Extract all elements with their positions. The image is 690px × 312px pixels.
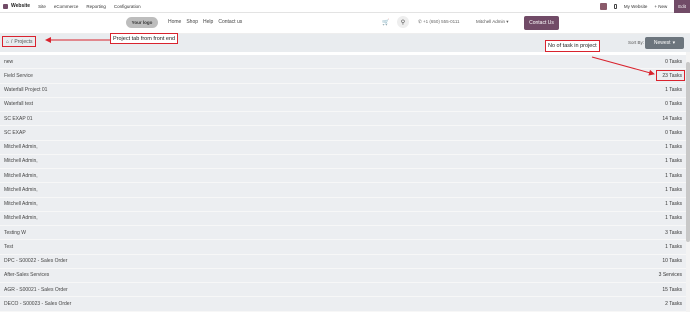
project-name[interactable]: Mitchell Admin, — [4, 144, 38, 150]
sort-dropdown[interactable]: Newest ▾ — [645, 37, 684, 49]
project-row[interactable]: Mitchell Admin, 1 Tasks — [0, 154, 686, 169]
task-count: 3 Tasks — [665, 229, 682, 236]
project-name[interactable]: Testing W — [4, 230, 26, 236]
apps-menu-icon[interactable] — [3, 3, 8, 9]
project-row[interactable]: Field Service 23 Tasks — [0, 69, 686, 84]
project-row[interactable]: AGR - S00021 - Sales Order 15 Tasks — [0, 283, 686, 298]
task-count: 1 Tasks — [665, 144, 682, 151]
cart-icon[interactable]: 🛒 — [382, 19, 389, 26]
project-name[interactable]: Mitchell Admin, — [4, 187, 38, 193]
sort-value: Newest — [653, 40, 671, 46]
nav-links: Home Shop Help Contact us — [168, 19, 242, 25]
task-count: 0 Tasks — [665, 129, 682, 136]
project-row[interactable]: Testing W 3 Tasks — [0, 226, 686, 241]
annotation-task-count: No of task in project — [545, 40, 600, 52]
website-navbar: Your logo Home Shop Help Contact us 🛒 ⚲ … — [0, 13, 690, 34]
nav-help[interactable]: Help — [203, 19, 213, 25]
task-count: 14 Tasks — [662, 115, 682, 122]
project-name[interactable]: Mitchell Admin, — [4, 215, 38, 221]
project-name[interactable]: SC EXAP — [4, 130, 26, 136]
scrollbar-thumb[interactable] — [686, 62, 690, 242]
user-menu[interactable]: Mitchell Admin ▾ — [476, 19, 509, 25]
annotation-projects-tab: Project tab from front end — [110, 33, 179, 44]
website-switcher[interactable]: My Website — [624, 4, 647, 9]
contact-us-button[interactable]: Contact Us — [524, 16, 559, 30]
task-count: 1 Tasks — [665, 158, 682, 165]
task-count: 1 Tasks — [665, 215, 682, 222]
mobile-icon — [613, 3, 617, 9]
task-count: 0 Tasks — [665, 101, 682, 108]
task-count: 1 Tasks — [665, 201, 682, 208]
chevron-down-icon: ▾ — [506, 19, 509, 24]
task-count: 1 Tasks — [665, 243, 682, 250]
project-name[interactable]: Field Service — [4, 73, 33, 79]
task-count: 0 Tasks — [665, 58, 682, 65]
menu-ecommerce[interactable]: eCommerce — [54, 4, 79, 9]
phone-text: +1 (650) 555-0111 — [423, 19, 460, 24]
sort-label: Sort By: — [628, 40, 645, 45]
project-row[interactable]: Test 1 Tasks — [0, 240, 686, 255]
project-row[interactable]: Mitchell Admin, 1 Tasks — [0, 197, 686, 212]
project-row[interactable]: new 0 Tasks — [0, 55, 686, 70]
top-admin-bar: Website Site eCommerce Reporting Configu… — [0, 0, 690, 13]
home-icon[interactable]: ⌂ — [6, 39, 9, 45]
nav-contact[interactable]: Contact us — [218, 19, 242, 25]
menu-site[interactable]: Site — [38, 4, 46, 9]
project-name[interactable]: Waterfall test — [4, 101, 33, 107]
project-row[interactable]: Mitchell Admin, 1 Tasks — [0, 169, 686, 184]
project-row[interactable]: Mitchell Admin, 1 Tasks — [0, 140, 686, 155]
project-name[interactable]: new — [4, 59, 13, 65]
user-name: Mitchell Admin — [476, 19, 506, 24]
project-row[interactable]: SC EXAP 01 14 Tasks — [0, 112, 686, 127]
task-count: 10 Tasks — [662, 258, 682, 265]
site-logo[interactable]: Your logo — [126, 17, 158, 28]
scrollbar[interactable] — [686, 52, 690, 312]
project-row[interactable]: Waterfall test 0 Tasks — [0, 97, 686, 112]
project-name[interactable]: SC EXAP 01 — [4, 116, 33, 122]
task-count: 1 Tasks — [665, 172, 682, 179]
project-name[interactable]: DECO - S00023 - Sales Order — [4, 301, 71, 307]
project-row[interactable]: Mitchell Admin, 1 Tasks — [0, 183, 686, 198]
project-row[interactable]: SC EXAP 0 Tasks — [0, 126, 686, 141]
chevron-down-icon: ▾ — [672, 40, 676, 46]
project-name[interactable]: DPC - S00022 - Sales Order — [4, 258, 67, 264]
task-count: 2 Tasks — [665, 300, 682, 307]
project-name[interactable]: Test — [4, 244, 13, 250]
nav-shop[interactable]: Shop — [186, 19, 198, 25]
menu-configuration[interactable]: Configuration — [114, 4, 141, 9]
avatar — [599, 2, 607, 10]
breadcrumb-projects[interactable]: Projects — [14, 39, 32, 45]
project-row[interactable]: After-Sales Services 3 Services — [0, 268, 686, 283]
project-row[interactable]: Mitchell Admin, 1 Tasks — [0, 211, 686, 226]
edit-button[interactable]: Edit — [674, 0, 690, 13]
user-avatar[interactable] — [599, 2, 607, 10]
breadcrumb-separator: / — [11, 38, 13, 45]
project-name[interactable]: Mitchell Admin, — [4, 173, 38, 179]
task-count: 1 Tasks — [665, 87, 682, 94]
search-icon[interactable]: ⚲ — [397, 16, 409, 28]
project-row[interactable]: DPC - S00022 - Sales Order 10 Tasks — [0, 254, 686, 269]
nav-home[interactable]: Home — [168, 19, 181, 25]
mobile-preview-button[interactable] — [613, 3, 617, 9]
project-name[interactable]: After-Sales Services — [4, 272, 49, 278]
menu-reporting[interactable]: Reporting — [86, 4, 106, 9]
project-list: new 0 Tasks Field Service 23 Tasks Waterfall… — [0, 55, 686, 312]
task-count-highlight — [656, 70, 685, 81]
new-button[interactable]: + New — [654, 4, 667, 9]
project-name[interactable]: Mitchell Admin, — [4, 158, 38, 164]
app-name[interactable]: Website — [11, 3, 30, 9]
project-name[interactable]: Waterfall Project 01 — [4, 87, 47, 93]
project-name[interactable]: Mitchell Admin, — [4, 201, 38, 207]
task-count: 3 Services — [658, 272, 682, 279]
phone-number[interactable]: ✆ +1 (650) 555-0111 — [418, 19, 460, 25]
project-row[interactable]: DECO - S00023 - Sales Order 2 Tasks — [0, 297, 686, 312]
project-row[interactable]: Waterfall Project 01 1 Tasks — [0, 83, 686, 98]
task-count: 15 Tasks — [662, 286, 682, 293]
breadcrumb: ⌂ / Projects — [2, 36, 37, 47]
task-count: 1 Tasks — [665, 186, 682, 193]
project-name[interactable]: AGR - S00021 - Sales Order — [4, 287, 68, 293]
